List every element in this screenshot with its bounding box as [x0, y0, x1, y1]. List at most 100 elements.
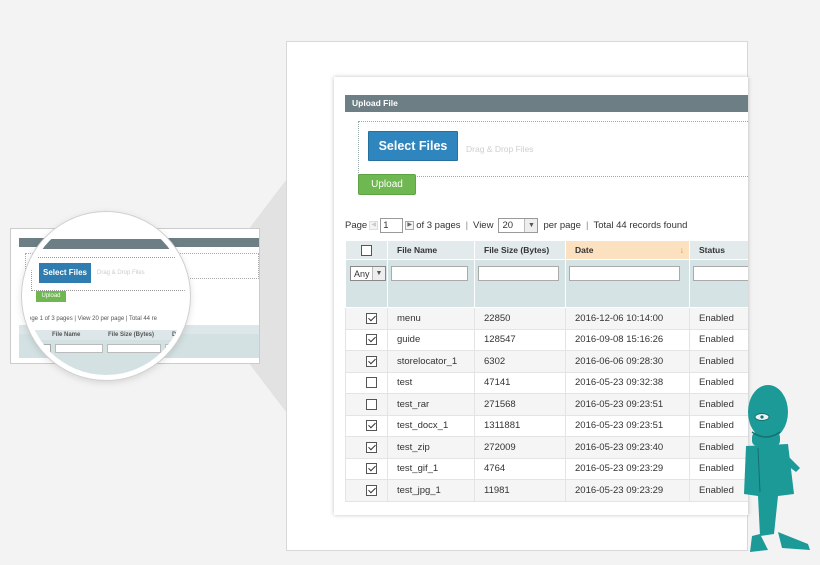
upload-button[interactable]: Upload [358, 174, 416, 195]
pagination-bar: Page ◀ 1 ▶ of 3 pages | View 20 ▼ per pa… [345, 216, 687, 234]
page-size-select[interactable]: 20 ▼ [498, 217, 539, 233]
date-cell: 2016-09-08 15:16:26 [565, 328, 690, 351]
file-size-cell: 1311881 [474, 414, 566, 437]
row-checkbox[interactable] [365, 334, 377, 346]
magnifier-lens: Upload Select Files Drag & Drop Files Up… [22, 212, 190, 380]
magnifier-upload-button: Upload [36, 291, 66, 302]
status-filter-input[interactable] [693, 266, 748, 281]
file-size-cell: 6302 [474, 350, 566, 373]
filter-cell-select: Any ▼ [345, 259, 388, 308]
table-row[interactable]: test_rar 271568 2016-05-23 09:23:51 Enabled [345, 393, 748, 416]
magnifier-col-date: Date [172, 332, 186, 338]
panel-title: Upload File [345, 95, 748, 112]
mascot-figure [744, 385, 810, 552]
magnifier-grid-header: File Name File Size (Bytes) Date [27, 330, 186, 340]
file-name-cell: test_gif_1 [387, 457, 475, 480]
file-name-cell: test_jpg_1 [387, 479, 475, 502]
row-checkbox[interactable] [365, 484, 377, 496]
date-cell: 2016-05-23 09:23:40 [565, 436, 690, 459]
sort-desc-icon: ↓ [679, 245, 684, 255]
row-select-cell[interactable] [345, 393, 388, 416]
row-checkbox[interactable] [365, 420, 377, 432]
select-files-button[interactable]: Select Files [368, 131, 458, 161]
column-header-status[interactable]: Status [689, 240, 748, 260]
date-cell: 2016-06-06 09:28:30 [565, 350, 690, 373]
magnifier-col-file-size: File Size (Bytes) [108, 332, 155, 338]
status-cell: Enabled [689, 328, 748, 351]
date-filter-input[interactable] [569, 266, 680, 281]
table-row[interactable]: storelocator_1 6302 2016-06-06 09:28:30 Ena… [345, 350, 748, 373]
date-cell: 2016-05-23 09:23:51 [565, 393, 690, 416]
file-name-cell: test_docx_1 [387, 414, 475, 437]
magnifier-any-filter: Any [31, 344, 51, 353]
table-row[interactable]: test_docx_1 1311881 2016-05-23 09:23:51 Ena… [345, 414, 748, 437]
file-size-cell: 128547 [474, 328, 566, 351]
table-row[interactable]: guide 128547 2016-09-08 15:16:26 Enabled [345, 328, 748, 351]
row-select-cell[interactable] [345, 414, 388, 437]
chevron-down-icon: ▼ [524, 218, 538, 232]
row-checkbox[interactable] [365, 377, 377, 389]
row-checkbox[interactable] [365, 441, 377, 453]
row-select-cell[interactable] [345, 479, 388, 502]
row-select-cell[interactable] [345, 457, 388, 480]
row-select-cell[interactable] [345, 307, 388, 330]
pager-separator: | [585, 219, 589, 231]
date-cell: 2016-05-23 09:23:29 [565, 457, 690, 480]
prev-page-icon[interactable]: ◀ [369, 220, 379, 230]
filter-cell-file-size [474, 259, 566, 308]
filter-cell-date [565, 259, 690, 308]
date-cell: 2016-05-23 09:23:29 [565, 479, 690, 502]
row-select-cell[interactable] [345, 350, 388, 373]
magnifier-pager: Page 1 of 3 pages | View 20 per page | T… [24, 316, 157, 322]
row-checkbox[interactable] [365, 463, 377, 475]
file-size-filter-input[interactable] [478, 266, 559, 281]
file-name-cell: test [387, 371, 475, 394]
filter-row: Any ▼ [345, 259, 748, 308]
row-checkbox[interactable] [365, 398, 377, 410]
file-name-cell: storelocator_1 [387, 350, 475, 373]
select-all-header[interactable] [345, 240, 388, 260]
status-cell: Enabled [689, 307, 748, 330]
magnifier-drag-hint: Drag & Drop Files [97, 270, 145, 276]
table-row[interactable]: test_jpg_1 11981 2016-05-23 09:23:29 Enable… [345, 479, 748, 502]
file-size-cell: 4764 [474, 457, 566, 480]
magnifier-filter-box [55, 344, 103, 353]
table-row[interactable]: menu 22850 2016-12-06 10:14:00 Enabled [345, 307, 748, 330]
row-checkbox[interactable] [365, 355, 377, 367]
date-header-label: Date [575, 245, 594, 255]
file-name-cell: test_zip [387, 436, 475, 459]
date-cell: 2016-05-23 09:32:38 [565, 371, 690, 394]
page-number-input[interactable]: 1 [380, 217, 404, 233]
date-cell: 2016-12-06 10:14:00 [565, 307, 690, 330]
any-filter-select[interactable]: Any ▼ [350, 266, 386, 281]
chevron-down-icon: ▼ [372, 267, 385, 280]
table-row[interactable]: test_gif_1 4764 2016-05-23 09:23:29 Enabled [345, 457, 748, 480]
any-filter-value: Any [354, 268, 370, 279]
file-size-cell: 22850 [474, 307, 566, 330]
file-name-cell: test_rar [387, 393, 475, 416]
column-header-file-name[interactable]: File Name [387, 240, 475, 260]
total-records-text: Total 44 records found [593, 219, 688, 231]
row-select-cell[interactable] [345, 328, 388, 351]
column-header-file-size[interactable]: File Size (Bytes) [474, 240, 566, 260]
page-count-text: of 3 pages [416, 219, 461, 231]
row-checkbox[interactable] [365, 312, 377, 324]
table-row[interactable]: test_zip 272009 2016-05-23 09:23:40 Enabled [345, 436, 748, 459]
file-size-cell: 272009 [474, 436, 566, 459]
next-page-icon[interactable]: ▶ [405, 220, 415, 230]
date-cell: 2016-05-23 09:23:51 [565, 414, 690, 437]
file-size-cell: 47141 [474, 371, 566, 394]
files-grid: File Name File Size (Bytes) Date ↓ Status… [345, 240, 748, 502]
file-name-filter-input[interactable] [391, 266, 469, 281]
drag-drop-hint: Drag & Drop Files [466, 144, 534, 154]
select-all-checkbox[interactable] [361, 244, 372, 256]
filter-cell-file-name [387, 259, 475, 308]
magnifier-filter-box [107, 344, 161, 353]
view-label: View [473, 219, 494, 231]
column-header-date[interactable]: Date ↓ [565, 240, 690, 260]
table-row[interactable]: test 47141 2016-05-23 09:32:38 Enabled [345, 371, 748, 394]
row-select-cell[interactable] [345, 371, 388, 394]
pager-separator: | [465, 219, 469, 231]
row-select-cell[interactable] [345, 436, 388, 459]
grid-header-row: File Name File Size (Bytes) Date ↓ Status [345, 240, 748, 260]
